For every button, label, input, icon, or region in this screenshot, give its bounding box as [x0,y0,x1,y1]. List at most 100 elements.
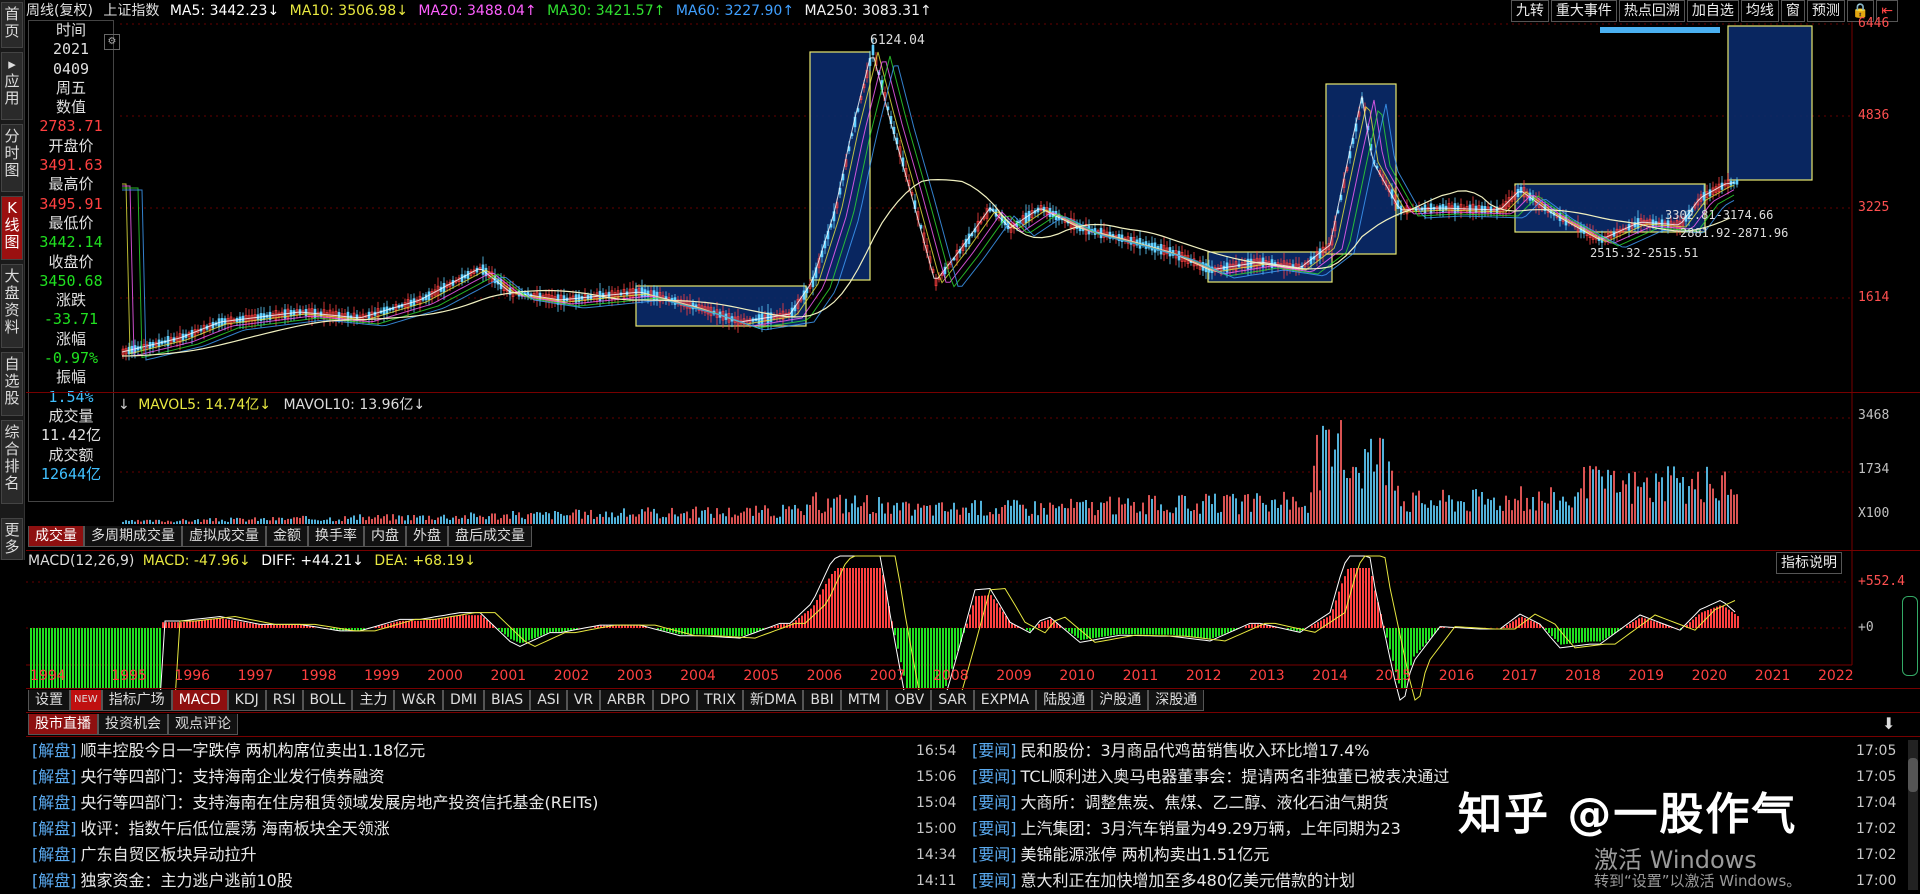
news-item[interactable]: [解盘] 收评：指数午后低位震荡 海南板块全天领涨 [32,816,390,842]
volume-bar [704,510,706,524]
volume-bar [455,515,457,524]
indicator-tab[interactable]: SAR [931,690,974,711]
news-item[interactable]: [解盘] 顺丰控股今日一字跌停 两机构席位卖出1.18亿元 [32,738,425,764]
indicator-tab[interactable]: ARBR [600,690,653,711]
volume-bar [1220,511,1222,524]
indicator-tab[interactable]: DPO [652,690,697,711]
price-axis-4836: 4836 [1858,108,1890,123]
indicator-tab[interactable]: ASI [530,690,567,711]
tab-inner[interactable]: 内盘 [364,526,406,547]
news-item[interactable]: [解盘] 独家资金：主力逃户逃前10股 [32,868,293,894]
tab-live[interactable]: 股市直播 [28,714,98,735]
macd-bar [378,626,380,628]
macd-bar [1356,568,1358,628]
macd-bar [1122,628,1124,635]
volume-bar [770,516,772,524]
vertical-scrollbar[interactable] [1902,596,1918,676]
news-item[interactable]: [要闻] 上汽集团：3月汽车销量为49.29万辆，上年同期为23 [972,816,1401,842]
volume-bar [1670,475,1672,524]
indicator-tab[interactable]: W&R [394,690,443,711]
indicator-tab[interactable]: BOLL [302,690,353,711]
volume-bar [485,519,487,524]
indicator-tab[interactable]: EXPMA [973,690,1037,711]
volume-bar [281,517,283,524]
news-item[interactable]: [要闻] 意大利正在加快增加至多480亿美元借款的计划 [972,868,1355,894]
tab-turnover[interactable]: 换手率 [308,526,364,547]
volume-bar [572,512,574,524]
volume-bar [1145,514,1147,524]
tab-outer[interactable]: 外盘 [406,526,448,547]
tab-amount[interactable]: 金额 [266,526,308,547]
tab-virtual-volume[interactable]: 虚拟成交量 [182,526,266,547]
news-item[interactable]: [要闻] 民和股份：3月商品代鸡苗销售收入环比增17.4% [972,738,1370,764]
volume-bar [155,519,157,524]
volume-bar [497,519,499,524]
volume-bar [872,512,874,524]
indicator-tab[interactable]: 新DMA [742,690,804,711]
indicator-tab[interactable]: DMI [442,690,484,711]
tab-multi-period[interactable]: 多周期成交量 [84,526,182,547]
news-item[interactable]: [解盘] 广东自贸区板块异动拉升 [32,842,257,868]
volume-bar [1190,511,1192,524]
news-scrollbar[interactable] [1908,740,1918,890]
indicator-tab[interactable]: 深股通 [1148,690,1205,711]
volume-bar [152,521,154,524]
indicator-tab[interactable]: RSI [265,690,303,711]
volume-bar [1004,504,1006,524]
news-tag: [解盘] [32,819,77,838]
indicator-tab[interactable]: BIAS [483,690,531,711]
macd-value: MACD: -47.96↓ [142,553,251,569]
macd-bar [1656,622,1658,628]
news-item[interactable]: [要闻] TCL顺利进入奥马电器董事会：提请两名非独董已被表决通过 [972,764,1449,790]
tab-after-hours[interactable]: 盘后成交量 [448,526,532,547]
volume-bar [653,508,655,524]
indicator-tab[interactable]: 指标广场 [101,690,172,711]
indicator-tab[interactable]: MACD [171,690,228,711]
news-tag: [要闻] [972,819,1017,838]
activate-windows-sub: 转到“设置”以激活 Windows。 [1594,872,1802,890]
indicator-tab[interactable]: 沪股通 [1092,690,1149,711]
indicator-tab[interactable]: OBV [887,690,932,711]
indicator-tab[interactable]: VR [566,690,601,711]
volume-bar [1211,504,1213,524]
tab-opinion[interactable]: 观点评论 [168,714,238,735]
indicator-explain-button[interactable]: 指标说明 [1776,552,1842,574]
indicator-tab[interactable]: KDJ [227,690,266,711]
indicator-tab[interactable]: 陆股通 [1036,690,1093,711]
volume-bar [1280,504,1282,524]
volume-bar [1205,493,1207,524]
volume-bar [446,518,448,524]
indicator-tab[interactable]: NEW [70,690,102,711]
macd-bar [75,628,77,688]
indicator-tab[interactable]: 主力 [352,690,395,711]
indicator-tab[interactable]: TRIX [696,690,743,711]
news-item[interactable]: [要闻] 大商所：调整焦炭、焦煤、乙二醇、液化石油气期货 [972,790,1389,816]
news-item[interactable]: [解盘] 央行等四部门：支持海南在住房租赁领域发展房地产投资信托基金(REITs) [32,790,598,816]
macd-bar [1044,620,1046,628]
macd-bar [1707,610,1709,628]
volume-bar [1586,498,1588,524]
indicator-tab[interactable]: MTM [840,690,888,711]
news-item[interactable]: [要闻] 美锦能源涨停 两机构卖出1.51亿元 [972,842,1269,868]
macd-bar [510,628,512,640]
volume-bar [143,520,145,524]
indicator-tab[interactable]: BBI [803,690,841,711]
tab-volume[interactable]: 成交量 [28,526,84,547]
volume-bar [1472,489,1474,524]
download-icon[interactable]: ⬇ [1882,714,1895,733]
volume-bar [542,514,544,524]
indicator-tab[interactable]: 设置 [28,690,70,711]
volume-bar [1691,478,1693,524]
tab-opportunity[interactable]: 投资机会 [98,714,168,735]
news-headline: 民和股份：3月商品代鸡苗销售收入环比增17.4% [1020,741,1370,760]
macd-bar [303,625,305,628]
volume-bar [863,502,865,524]
volume-header: ↓ MAVOL5: 14.74亿↓ MAVOL10: 13.96亿↓ [118,397,426,413]
volume-bar [1499,505,1501,524]
macd-bar [1251,624,1253,628]
year-label: 1997 [237,668,274,684]
news-headline: 收评：指数午后低位震荡 海南板块全天领涨 [80,819,390,838]
news-item[interactable]: [解盘] 央行等四部门：支持海南企业发行债券融资 [32,764,385,790]
macd-bar [627,625,629,628]
volume-bar [1331,466,1333,524]
